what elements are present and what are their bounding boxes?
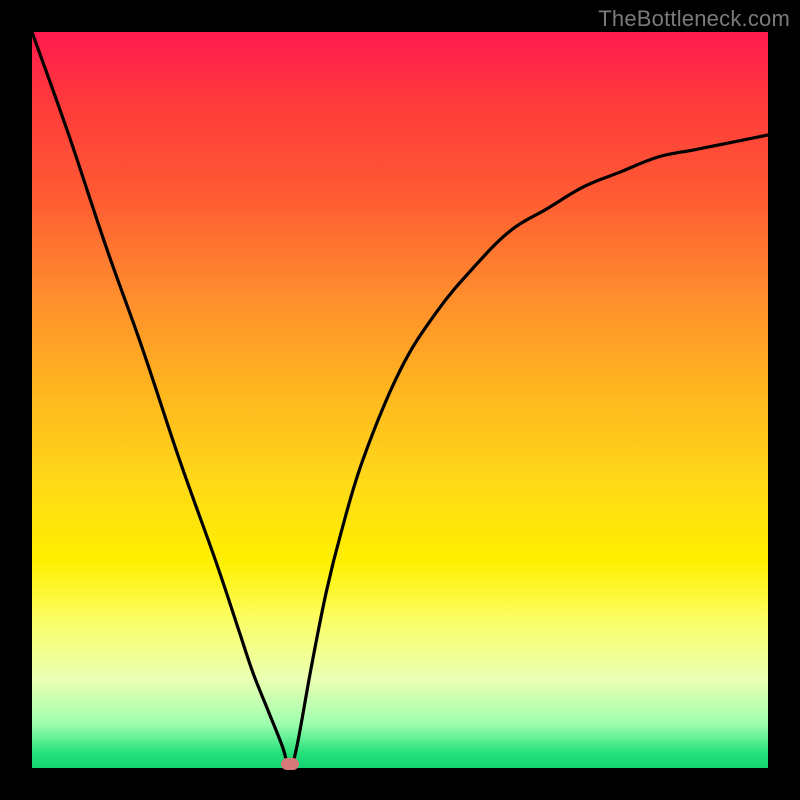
curve-svg	[32, 32, 768, 768]
optimal-point-marker	[281, 758, 299, 770]
plot-area	[32, 32, 768, 768]
chart-frame: TheBottleneck.com	[0, 0, 800, 800]
bottleneck-curve	[32, 32, 768, 768]
watermark-text: TheBottleneck.com	[598, 6, 790, 32]
